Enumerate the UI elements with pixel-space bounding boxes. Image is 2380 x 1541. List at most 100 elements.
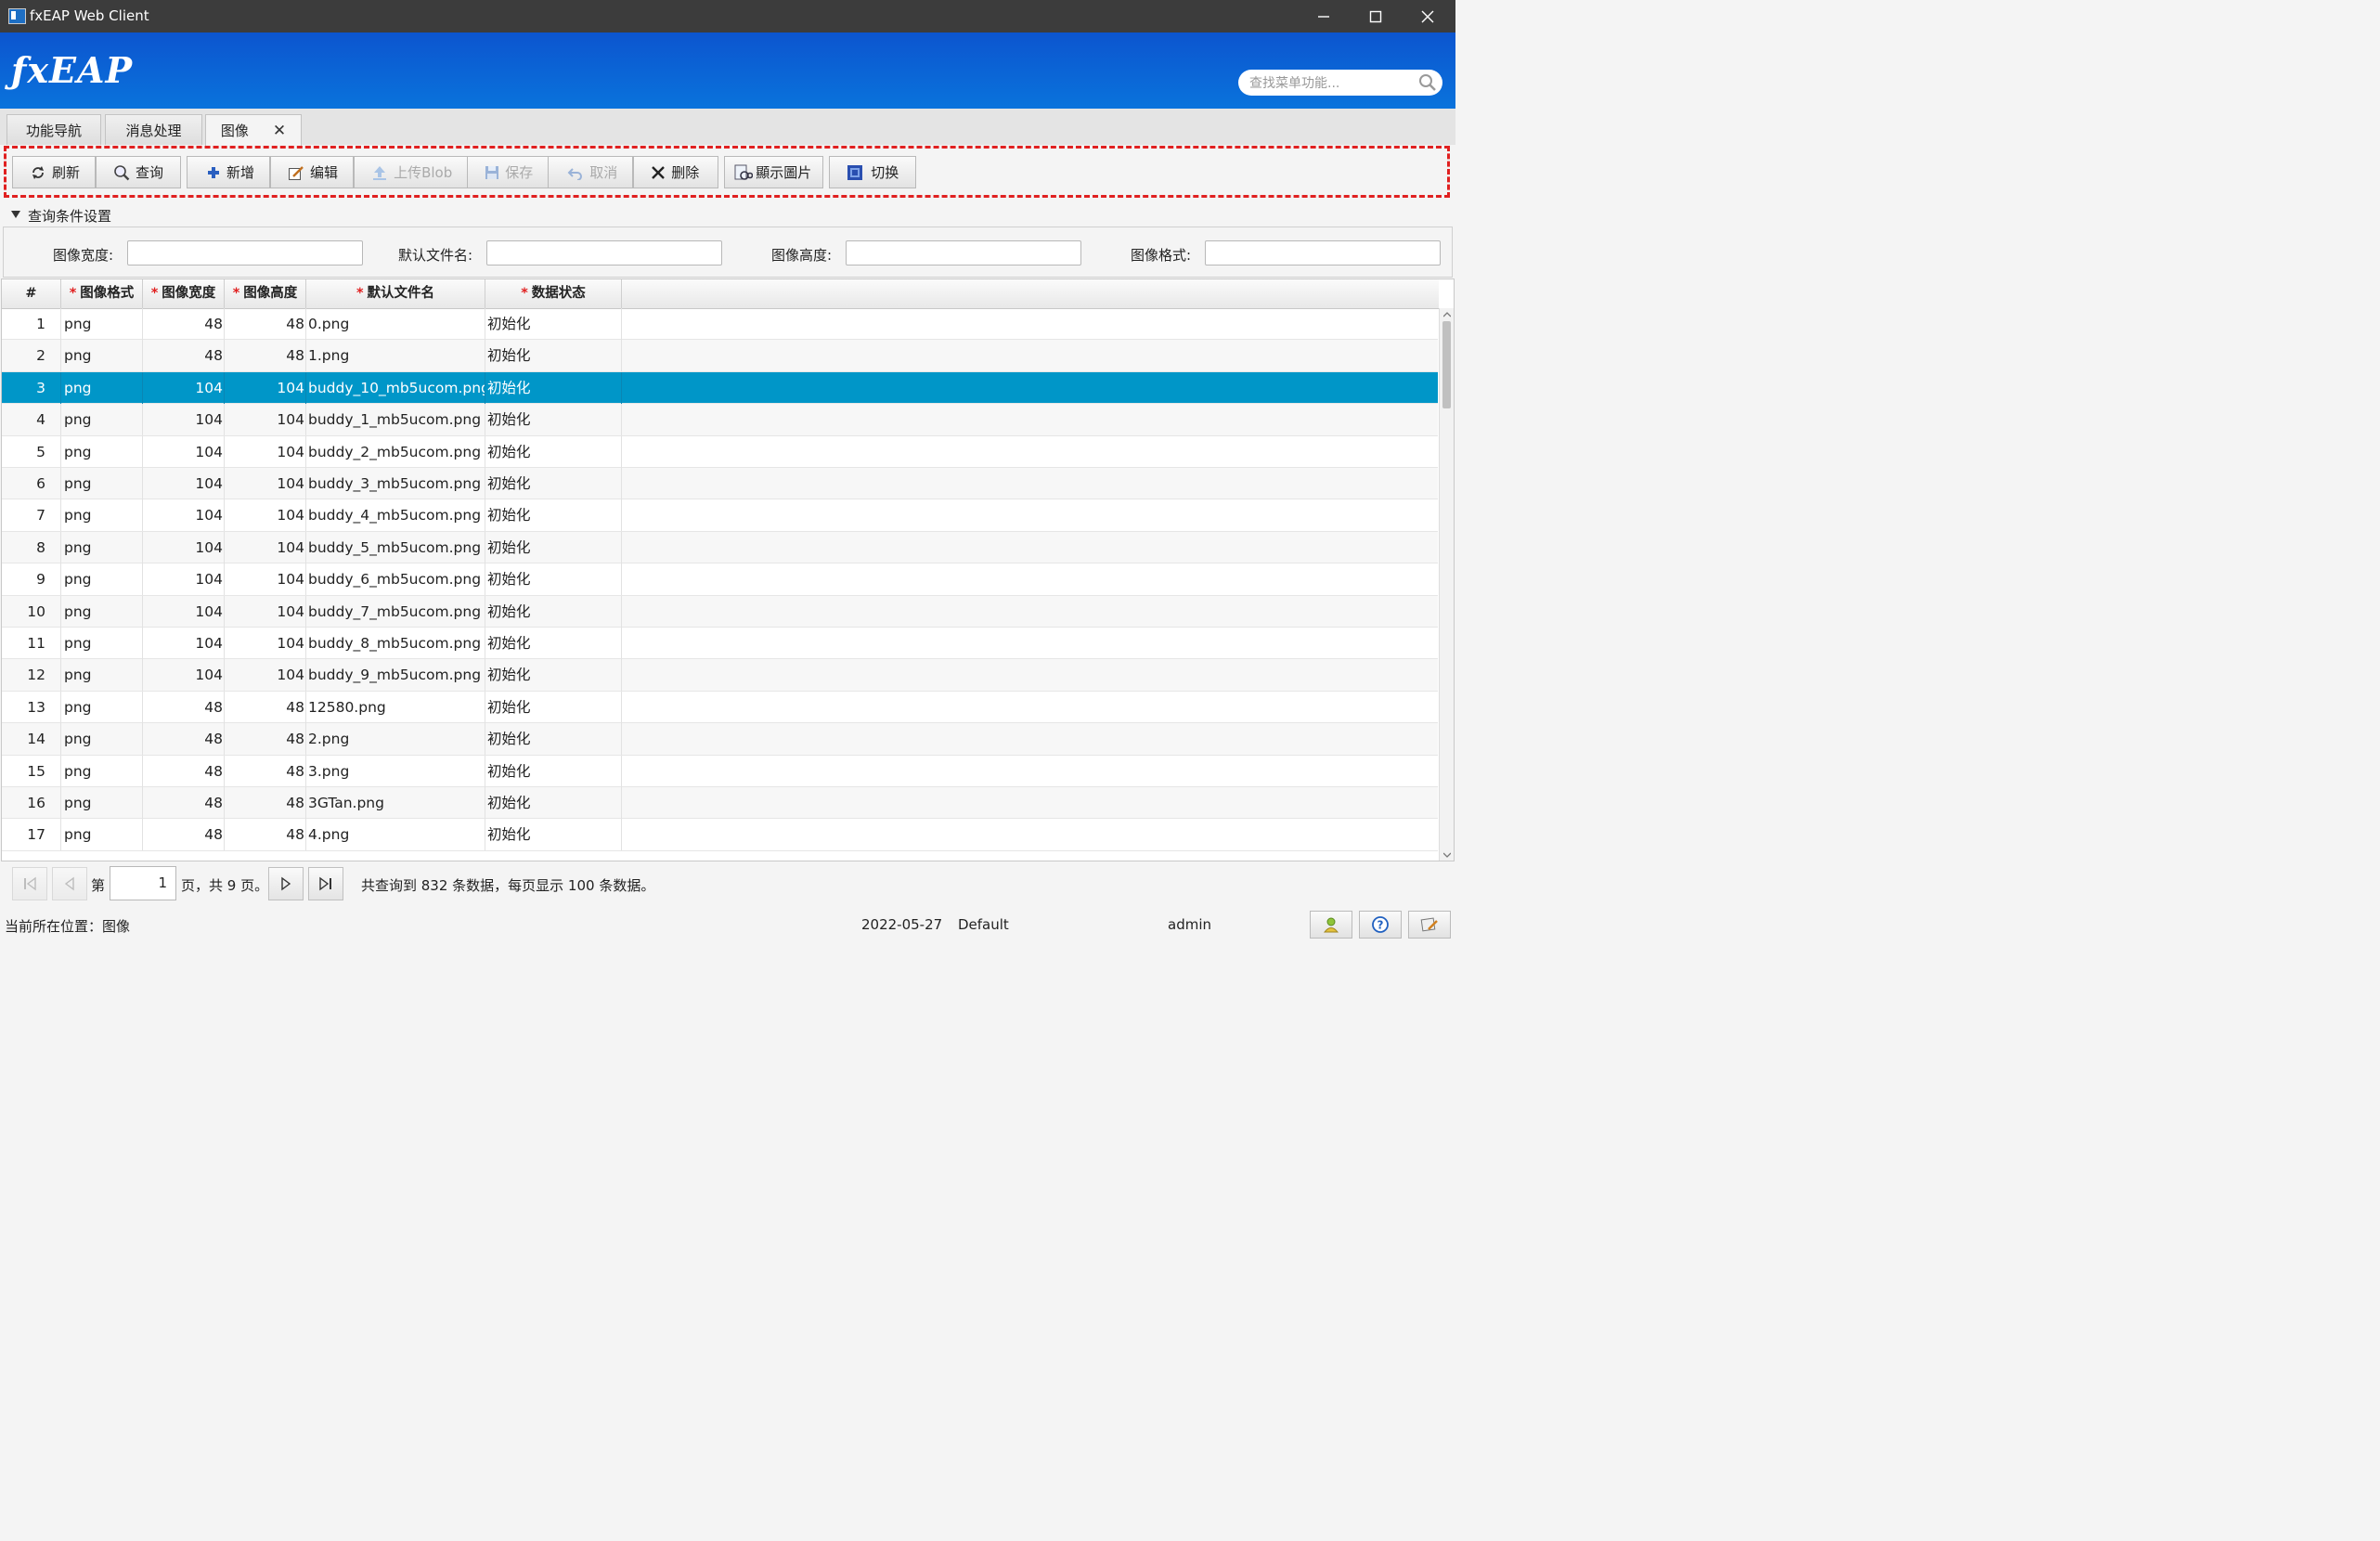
- row-number-cell[interactable]: 16: [2, 787, 61, 819]
- filename-cell[interactable]: 3GTan.png: [306, 787, 485, 819]
- status-cell[interactable]: 初始化: [485, 531, 622, 563]
- first-page-button[interactable]: [12, 867, 47, 900]
- filename-cell[interactable]: buddy_6_mb5ucom.png: [306, 563, 485, 596]
- row-number-cell[interactable]: 8: [2, 531, 61, 563]
- status-cell[interactable]: 初始化: [485, 468, 622, 499]
- format-cell[interactable]: png: [61, 819, 143, 851]
- row-number-cell[interactable]: 12: [2, 659, 61, 692]
- height-filter-input[interactable]: [846, 240, 1081, 265]
- filename-cell[interactable]: buddy_10_mb5ucom.png: [306, 371, 485, 404]
- format-cell[interactable]: png: [61, 723, 143, 756]
- filename-cell[interactable]: 1.png: [306, 340, 485, 372]
- width-cell[interactable]: 104: [143, 628, 225, 659]
- collapse-triangle-icon[interactable]: [11, 211, 20, 218]
- width-cell[interactable]: 104: [143, 371, 225, 404]
- width-filter-input[interactable]: [127, 240, 363, 265]
- switch-button[interactable]: 切换: [829, 156, 917, 188]
- height-cell[interactable]: 104: [225, 468, 306, 499]
- width-cell[interactable]: 48: [143, 723, 225, 756]
- tab-close-icon[interactable]: ✕: [273, 122, 286, 140]
- filename-cell[interactable]: buddy_1_mb5ucom.png: [306, 404, 485, 436]
- row-number-cell[interactable]: 1: [2, 308, 61, 340]
- status-cell[interactable]: 初始化: [485, 755, 622, 787]
- close-window-button[interactable]: [1402, 0, 1454, 32]
- width-cell[interactable]: 104: [143, 499, 225, 532]
- row-number-cell[interactable]: 17: [2, 819, 61, 851]
- width-cell[interactable]: 104: [143, 595, 225, 628]
- filename-filter-input[interactable]: [486, 240, 722, 265]
- table-row[interactable]: 15 png 48 48 3.png 初始化: [2, 755, 1438, 787]
- width-cell[interactable]: 104: [143, 563, 225, 596]
- format-cell[interactable]: png: [61, 531, 143, 563]
- height-cell[interactable]: 48: [225, 340, 306, 372]
- height-cell[interactable]: 104: [225, 595, 306, 628]
- height-cell[interactable]: 104: [225, 404, 306, 436]
- table-row[interactable]: 3 png 104 104 buddy_10_mb5ucom.png 初始化: [2, 371, 1438, 405]
- format-cell[interactable]: png: [61, 308, 143, 340]
- table-row[interactable]: 7 png 104 104 buddy_4_mb5ucom.png 初始化: [2, 499, 1438, 532]
- user-profile-button[interactable]: [1310, 911, 1352, 939]
- format-cell[interactable]: png: [61, 340, 143, 372]
- filename-cell[interactable]: buddy_2_mb5ucom.png: [306, 435, 485, 468]
- column-header-height[interactable]: * 图像高度: [225, 279, 306, 308]
- format-cell[interactable]: png: [61, 404, 143, 436]
- refresh-button[interactable]: 刷新: [12, 156, 97, 188]
- format-cell[interactable]: png: [61, 468, 143, 499]
- next-page-button[interactable]: [268, 867, 304, 900]
- query-conditions-toggle[interactable]: 查询条件设置: [0, 202, 1455, 227]
- row-number-cell[interactable]: 3: [2, 371, 61, 404]
- column-header-num[interactable]: #: [2, 279, 61, 308]
- query-button[interactable]: 查询: [96, 156, 182, 188]
- status-cell[interactable]: 初始化: [485, 371, 622, 404]
- filename-cell[interactable]: buddy_3_mb5ucom.png: [306, 468, 485, 499]
- format-cell[interactable]: png: [61, 595, 143, 628]
- width-cell[interactable]: 48: [143, 308, 225, 340]
- status-cell[interactable]: 初始化: [485, 340, 622, 372]
- edit-button[interactable]: 编辑: [270, 156, 355, 188]
- height-cell[interactable]: 48: [225, 691, 306, 723]
- tab-message-processing[interactable]: 消息处理: [105, 114, 202, 145]
- search-icon[interactable]: [1418, 73, 1437, 92]
- page-number-input[interactable]: 1: [110, 866, 176, 900]
- filename-cell[interactable]: buddy_7_mb5ucom.png: [306, 595, 485, 628]
- filename-cell[interactable]: 2.png: [306, 723, 485, 756]
- column-header-status[interactable]: * 数据状态: [485, 279, 622, 308]
- status-cell[interactable]: 初始化: [485, 404, 622, 436]
- height-cell[interactable]: 48: [225, 787, 306, 819]
- width-cell[interactable]: 48: [143, 787, 225, 819]
- menu-search-input[interactable]: [1248, 73, 1409, 94]
- minimize-button[interactable]: [1298, 0, 1350, 32]
- column-header-width[interactable]: * 图像宽度: [143, 279, 225, 308]
- row-number-cell[interactable]: 14: [2, 723, 61, 756]
- status-cell[interactable]: 初始化: [485, 563, 622, 596]
- help-button[interactable]: ?: [1359, 911, 1402, 939]
- table-row[interactable]: 2 png 48 48 1.png 初始化: [2, 340, 1438, 372]
- format-cell[interactable]: png: [61, 499, 143, 532]
- filename-cell[interactable]: buddy_9_mb5ucom.png: [306, 659, 485, 692]
- add-button[interactable]: 新增: [187, 156, 271, 188]
- width-cell[interactable]: 104: [143, 404, 225, 436]
- filename-cell[interactable]: buddy_5_mb5ucom.png: [306, 531, 485, 563]
- menu-search-box[interactable]: [1238, 70, 1442, 96]
- table-row[interactable]: 11 png 104 104 buddy_8_mb5ucom.png 初始化: [2, 628, 1438, 660]
- height-cell[interactable]: 104: [225, 499, 306, 532]
- width-cell[interactable]: 104: [143, 468, 225, 499]
- format-cell[interactable]: png: [61, 371, 143, 404]
- prev-page-button[interactable]: [52, 867, 87, 900]
- status-cell[interactable]: 初始化: [485, 691, 622, 723]
- tab-function-nav[interactable]: 功能导航: [6, 114, 101, 145]
- column-header-filename[interactable]: * 默认文件名: [306, 279, 485, 308]
- status-cell[interactable]: 初始化: [485, 787, 622, 819]
- cancel-button[interactable]: 取消: [548, 156, 634, 188]
- upload-blob-button[interactable]: 上传Blob: [354, 156, 468, 188]
- height-cell[interactable]: 104: [225, 628, 306, 659]
- height-cell[interactable]: 104: [225, 371, 306, 404]
- height-cell[interactable]: 48: [225, 819, 306, 851]
- width-cell[interactable]: 48: [143, 819, 225, 851]
- filename-cell[interactable]: buddy_8_mb5ucom.png: [306, 628, 485, 659]
- width-cell[interactable]: 104: [143, 435, 225, 468]
- table-row[interactable]: 16 png 48 48 3GTan.png 初始化: [2, 787, 1438, 820]
- delete-button[interactable]: 删除: [633, 156, 719, 188]
- format-cell[interactable]: png: [61, 659, 143, 692]
- status-cell[interactable]: 初始化: [485, 435, 622, 468]
